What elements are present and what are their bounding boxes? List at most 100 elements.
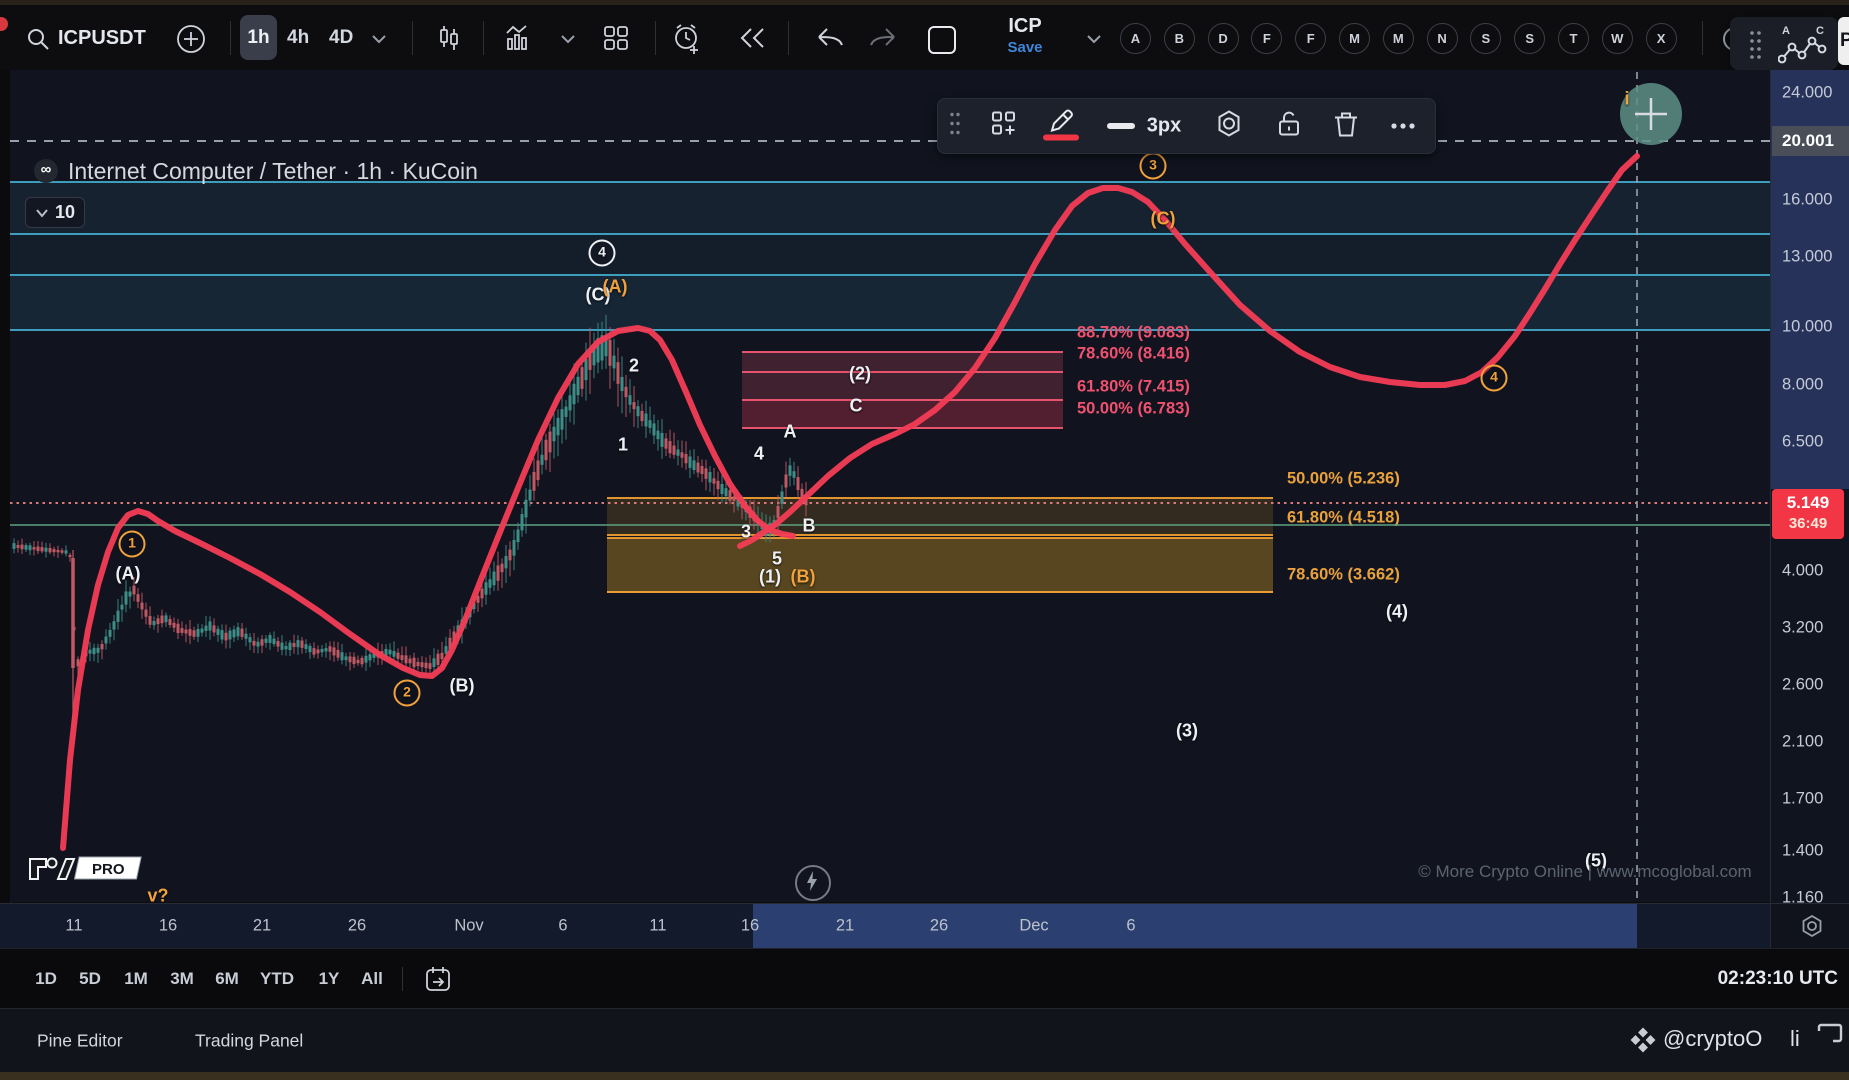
bottom-strip — [0, 1072, 1849, 1080]
quick-symbol-F-4[interactable]: F — [1295, 23, 1326, 54]
range-YTD[interactable]: YTD — [260, 969, 294, 989]
range-1D[interactable]: 1D — [35, 969, 57, 989]
quick-symbol-S-8[interactable]: S — [1470, 23, 1501, 54]
wave-label[interactable]: (B) — [791, 567, 816, 588]
wave-label[interactable]: i — [1624, 89, 1629, 110]
chart-title[interactable]: Internet Computer / Tether · 1h · KuCoin — [68, 158, 478, 185]
undo-icon[interactable] — [815, 27, 845, 49]
lightning-icon — [798, 867, 826, 895]
range-5D[interactable]: 5D — [79, 969, 101, 989]
gear-icon[interactable] — [1799, 913, 1825, 939]
wave-label[interactable]: 2 — [394, 680, 421, 707]
range-1M[interactable]: 1M — [124, 969, 148, 989]
price-tick: 16.000 — [1782, 191, 1832, 210]
wave-label[interactable]: (C) — [1151, 209, 1176, 230]
quick-symbol-F-3[interactable]: F — [1251, 23, 1282, 54]
timeframe-4h[interactable]: 4h — [287, 27, 309, 49]
timeframe-menu-chevron-icon[interactable] — [370, 33, 388, 45]
publish-button-partial[interactable]: P — [1838, 17, 1849, 65]
wave-label[interactable]: (A) — [116, 564, 141, 585]
time-tick: 6 — [1126, 917, 1135, 936]
quick-symbol-X-12[interactable]: X — [1646, 23, 1677, 54]
settings-hexagon-icon[interactable] — [1214, 109, 1244, 144]
quick-symbol-T-10[interactable]: T — [1558, 23, 1589, 54]
price-tick: 24.000 — [1782, 84, 1832, 103]
wave-label[interactable]: 1 — [119, 531, 146, 558]
chart-legend[interactable]: ∞ Internet Computer / Tether · 1h · KuCo… — [34, 156, 478, 186]
clock-utc[interactable]: 02:23:10 UTC — [1718, 968, 1838, 990]
wave-label[interactable]: 4 — [1481, 365, 1508, 392]
wave-label[interactable]: B — [803, 516, 816, 537]
tab-pine-editor[interactable]: Pine Editor — [37, 1031, 123, 1052]
lock-icon[interactable] — [1276, 110, 1302, 143]
indicators-icon[interactable] — [505, 25, 535, 51]
replay-icon[interactable] — [738, 27, 768, 49]
alert-icon[interactable] — [672, 24, 702, 54]
symbol-search-button[interactable]: ICPUSDT — [58, 27, 146, 50]
save-layout-button[interactable]: ICP Save — [990, 15, 1060, 56]
layout-grid-icon[interactable] — [602, 24, 630, 52]
pencil-color-icon[interactable] — [1046, 106, 1076, 141]
toolbar-drag-handle[interactable] — [949, 111, 961, 142]
quick-symbol-B-1[interactable]: B — [1164, 23, 1195, 54]
quick-symbol-S-9[interactable]: S — [1514, 23, 1545, 54]
wave-label[interactable]: (4) — [1386, 602, 1408, 623]
quick-symbol-M-6[interactable]: M — [1383, 23, 1414, 54]
time-tick: Dec — [1019, 917, 1048, 936]
wave-label[interactable]: (B) — [450, 676, 475, 697]
search-icon[interactable] — [26, 27, 50, 51]
lightning-button[interactable] — [795, 865, 831, 901]
quick-symbol-W-11[interactable]: W — [1602, 23, 1633, 54]
wave-label[interactable]: 3 — [1140, 153, 1167, 180]
countdown: 36:49 — [1772, 515, 1844, 532]
wave-label[interactable]: (1) — [759, 567, 781, 588]
quick-symbol-M-5[interactable]: M — [1339, 23, 1370, 54]
price-scale[interactable]: 24.00016.00013.00010.0008.0006.5004.0003… — [1770, 70, 1849, 903]
axis-settings-corner[interactable] — [1770, 903, 1849, 948]
quick-symbol-A-0[interactable]: A — [1120, 23, 1151, 54]
time-tick: 11 — [649, 917, 666, 936]
candles-and-waves — [10, 70, 1770, 902]
wave-label[interactable]: v? — [147, 886, 168, 903]
snapshot-square-icon[interactable] — [925, 23, 959, 57]
range-All[interactable]: All — [361, 969, 383, 989]
wave-label[interactable]: (3) — [1176, 721, 1198, 742]
range-3M[interactable]: 3M — [170, 969, 194, 989]
wave-label[interactable]: 1 — [618, 435, 628, 456]
chart-pane[interactable]: 88.70% (9.083)78.60% (8.416)61.80% (7.41… — [10, 70, 1770, 902]
timeframe-1h-selected[interactable]: 1h — [240, 15, 277, 60]
chart-style-candles-icon[interactable] — [436, 25, 462, 51]
delete-icon[interactable] — [1333, 110, 1359, 143]
indicator-value-box[interactable]: 10 — [25, 197, 85, 228]
time-axis[interactable]: 11162126Nov611162126Dec6 — [0, 903, 1770, 948]
go-to-date-icon[interactable] — [424, 965, 452, 993]
wave-label[interactable]: 4 — [589, 240, 616, 267]
drag-dots-icon[interactable] — [1748, 29, 1762, 59]
line-style-icon[interactable] — [1106, 117, 1136, 135]
quick-symbol-D-2[interactable]: D — [1208, 23, 1239, 54]
redo-icon[interactable] — [868, 27, 898, 49]
save-menu-chevron-icon[interactable] — [1085, 33, 1103, 45]
range-6M[interactable]: 6M — [215, 969, 239, 989]
quick-symbol-N-7[interactable]: N — [1427, 23, 1458, 54]
wave-pattern-icon[interactable] — [1778, 35, 1830, 65]
compare-add-icon[interactable] — [176, 24, 206, 54]
wave-label[interactable]: (A) — [603, 277, 628, 298]
wave-label[interactable]: A — [784, 422, 797, 443]
range-1Y[interactable]: 1Y — [319, 969, 340, 989]
line-width-label[interactable]: 3px — [1147, 115, 1181, 138]
wave-label[interactable]: C — [850, 396, 863, 417]
watermark-handle-2: li — [1790, 1026, 1800, 1052]
watermark: © More Crypto Online | www.mcoglobal.com — [1418, 862, 1751, 882]
tradingview-pro-logo[interactable]: PRO — [28, 853, 148, 885]
price-tick: 13.000 — [1782, 248, 1832, 267]
template-icon[interactable] — [991, 111, 1017, 142]
indicators-chevron-icon[interactable] — [559, 33, 577, 45]
wave-label[interactable]: 3 — [741, 522, 751, 543]
wave-label[interactable]: (2) — [849, 364, 871, 385]
more-options-icon[interactable] — [1390, 117, 1416, 135]
tab-trading-panel[interactable]: Trading Panel — [195, 1031, 303, 1052]
wave-label[interactable]: 2 — [629, 356, 639, 377]
timeframe-4d[interactable]: 4D — [329, 27, 353, 49]
wave-label[interactable]: 4 — [754, 444, 764, 465]
